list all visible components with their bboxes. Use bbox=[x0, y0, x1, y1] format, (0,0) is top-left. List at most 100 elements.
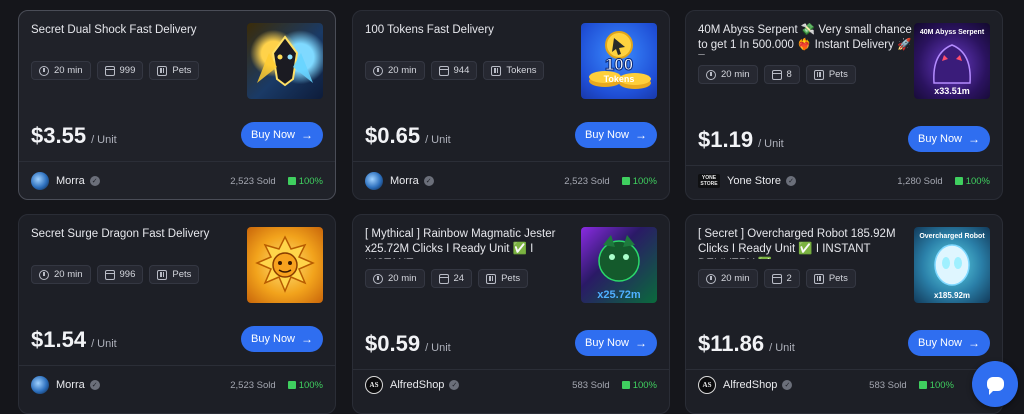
category-label: Tokens bbox=[506, 65, 537, 76]
listing-tags: 20 min 8 Pets bbox=[698, 65, 856, 84]
abyss-serpent-image: 40M Abyss Serpent x33.51m bbox=[920, 29, 985, 96]
seller-avatar[interactable] bbox=[365, 172, 383, 190]
seller-avatar[interactable]: YONE STORE bbox=[698, 174, 720, 188]
buy-now-label: Buy Now bbox=[917, 133, 963, 145]
price: $0.65 bbox=[365, 123, 421, 148]
buy-now-button[interactable]: Buy Now → bbox=[241, 326, 323, 352]
listing-card[interactable]: [ Mythical ] Rainbow Magmatic Jester x25… bbox=[352, 214, 670, 414]
seller-avatar[interactable] bbox=[31, 172, 49, 190]
listing-tags: 20 min 944 Tokens bbox=[365, 61, 545, 80]
listing-title[interactable]: Secret Surge Dragon Fast Delivery bbox=[31, 227, 249, 242]
rating: 100% bbox=[918, 380, 954, 391]
surge-dragon-image bbox=[255, 235, 315, 293]
price: $0.59 bbox=[365, 331, 421, 356]
product-thumbnail[interactable]: x25.72m bbox=[581, 227, 657, 303]
thumb-multiplier: x25.72m bbox=[597, 289, 641, 301]
buy-now-label: Buy Now bbox=[250, 333, 296, 345]
dual-shock-pet-image bbox=[257, 35, 313, 87]
seller-name[interactable]: Morra bbox=[390, 175, 419, 187]
box-icon bbox=[771, 273, 782, 284]
price: $3.55 bbox=[31, 123, 87, 148]
seller-name[interactable]: Yone Store bbox=[727, 175, 781, 187]
buy-now-button[interactable]: Buy Now → bbox=[575, 330, 657, 356]
arrow-right-icon: → bbox=[301, 128, 314, 142]
listing-card[interactable]: Secret Surge Dragon Fast Delivery 20 min… bbox=[18, 214, 336, 414]
verified-icon: ✓ bbox=[89, 176, 100, 186]
delivery-time: 20 min bbox=[54, 65, 83, 76]
sold-count: 1,280 Sold bbox=[897, 175, 943, 187]
arrow-right-icon: → bbox=[635, 128, 648, 142]
product-thumbnail[interactable] bbox=[247, 227, 323, 303]
seller-avatar[interactable] bbox=[31, 376, 49, 394]
thumbs-up-icon bbox=[918, 381, 927, 389]
category-icon bbox=[157, 269, 168, 280]
thumbs-up-icon bbox=[621, 381, 630, 389]
rating-value: 100% bbox=[632, 379, 657, 391]
delivery-time-tag: 20 min bbox=[31, 61, 91, 80]
listing-title[interactable]: [ Mythical ] Rainbow Magmatic Jester x25… bbox=[365, 227, 583, 259]
rating: 100% bbox=[621, 176, 657, 187]
rating-value: 100% bbox=[298, 175, 323, 187]
clock-icon bbox=[373, 65, 383, 76]
stock-tag: 944 bbox=[430, 61, 478, 80]
stock-count: 996 bbox=[119, 269, 136, 280]
stock-count: 944 bbox=[453, 65, 470, 76]
listing-card[interactable]: [ Secret ] Overcharged Robot 185.92M Cli… bbox=[685, 214, 1003, 414]
listing-grid: Secret Dual Shock Fast Delivery 20 min 9… bbox=[0, 0, 1024, 414]
sold-count: 583 Sold bbox=[572, 379, 610, 391]
arrow-right-icon: → bbox=[968, 336, 981, 350]
chat-button[interactable] bbox=[972, 361, 1018, 407]
buy-now-button[interactable]: Buy Now → bbox=[241, 122, 323, 148]
price-unit: / Unit bbox=[425, 134, 451, 146]
delivery-time-tag: 20 min bbox=[31, 265, 91, 284]
price: $11.86 bbox=[698, 331, 765, 356]
box-icon bbox=[438, 65, 449, 76]
price-row: $1.19 / Unit bbox=[698, 127, 784, 153]
rating: 100% bbox=[287, 175, 323, 187]
product-thumbnail[interactable] bbox=[247, 23, 323, 99]
buy-now-label: Buy Now bbox=[584, 337, 630, 349]
listing-title[interactable]: [ Secret ] Overcharged Robot 185.92M Cli… bbox=[698, 227, 916, 259]
listing-title[interactable]: 100 Tokens Fast Delivery bbox=[365, 23, 583, 38]
rating-value: 100% bbox=[298, 379, 323, 391]
product-thumbnail[interactable]: 100 Tokens bbox=[581, 23, 657, 99]
seller-avatar[interactable]: AS bbox=[698, 376, 716, 394]
seller-row: AS AlfredShop ✓ 583 Sold 100% bbox=[365, 376, 657, 394]
arrow-right-icon: → bbox=[635, 336, 648, 350]
stock-count: 2 bbox=[786, 273, 792, 284]
seller-name[interactable]: Morra bbox=[56, 379, 85, 391]
seller-avatar[interactable]: AS bbox=[365, 376, 383, 394]
buy-now-button[interactable]: Buy Now → bbox=[575, 122, 657, 148]
category-label: Pets bbox=[172, 269, 192, 280]
chat-bubble-icon bbox=[986, 377, 1004, 395]
listing-card[interactable]: Secret Dual Shock Fast Delivery 20 min 9… bbox=[18, 10, 336, 200]
thumb-title: 40M Abyss Serpent bbox=[920, 29, 985, 36]
seller-name[interactable]: Morra bbox=[56, 175, 85, 187]
delivery-time-tag: 20 min bbox=[365, 61, 425, 80]
price-row: $3.55 / Unit bbox=[31, 123, 117, 149]
listing-title[interactable]: 40M Abyss Serpent 💸 Very small chance to… bbox=[698, 23, 916, 55]
stock-count: 999 bbox=[119, 65, 136, 76]
listing-card[interactable]: 100 Tokens Fast Delivery 20 min 944 Toke… bbox=[352, 10, 670, 200]
thumb-token-count: 100 bbox=[605, 55, 633, 74]
clock-icon bbox=[39, 65, 49, 76]
delivery-time-tag: 20 min bbox=[365, 269, 425, 288]
product-thumbnail[interactable]: Overcharged Robot x185.92m bbox=[914, 227, 990, 303]
box-icon bbox=[771, 69, 782, 80]
card-divider bbox=[19, 161, 335, 162]
seller-name[interactable]: AlfredShop bbox=[723, 379, 777, 391]
seller-row: YONE STORE Yone Store ✓ 1,280 Sold 100% bbox=[698, 174, 990, 188]
listing-title[interactable]: Secret Dual Shock Fast Delivery bbox=[31, 23, 249, 38]
seller-row: AS AlfredShop ✓ 583 Sold 100% bbox=[698, 376, 990, 394]
box-icon bbox=[104, 65, 115, 76]
category-label: Pets bbox=[828, 69, 848, 80]
buy-now-button[interactable]: Buy Now → bbox=[908, 330, 990, 356]
product-thumbnail[interactable]: 40M Abyss Serpent x33.51m bbox=[914, 23, 990, 99]
thumbs-up-icon bbox=[621, 177, 630, 185]
seller-name[interactable]: AlfredShop bbox=[390, 379, 444, 391]
thumbs-up-icon bbox=[287, 177, 296, 185]
buy-now-button[interactable]: Buy Now → bbox=[908, 126, 990, 152]
price: $1.54 bbox=[31, 327, 87, 352]
price-unit: / Unit bbox=[425, 342, 451, 354]
listing-card[interactable]: 40M Abyss Serpent 💸 Very small chance to… bbox=[685, 10, 1003, 200]
